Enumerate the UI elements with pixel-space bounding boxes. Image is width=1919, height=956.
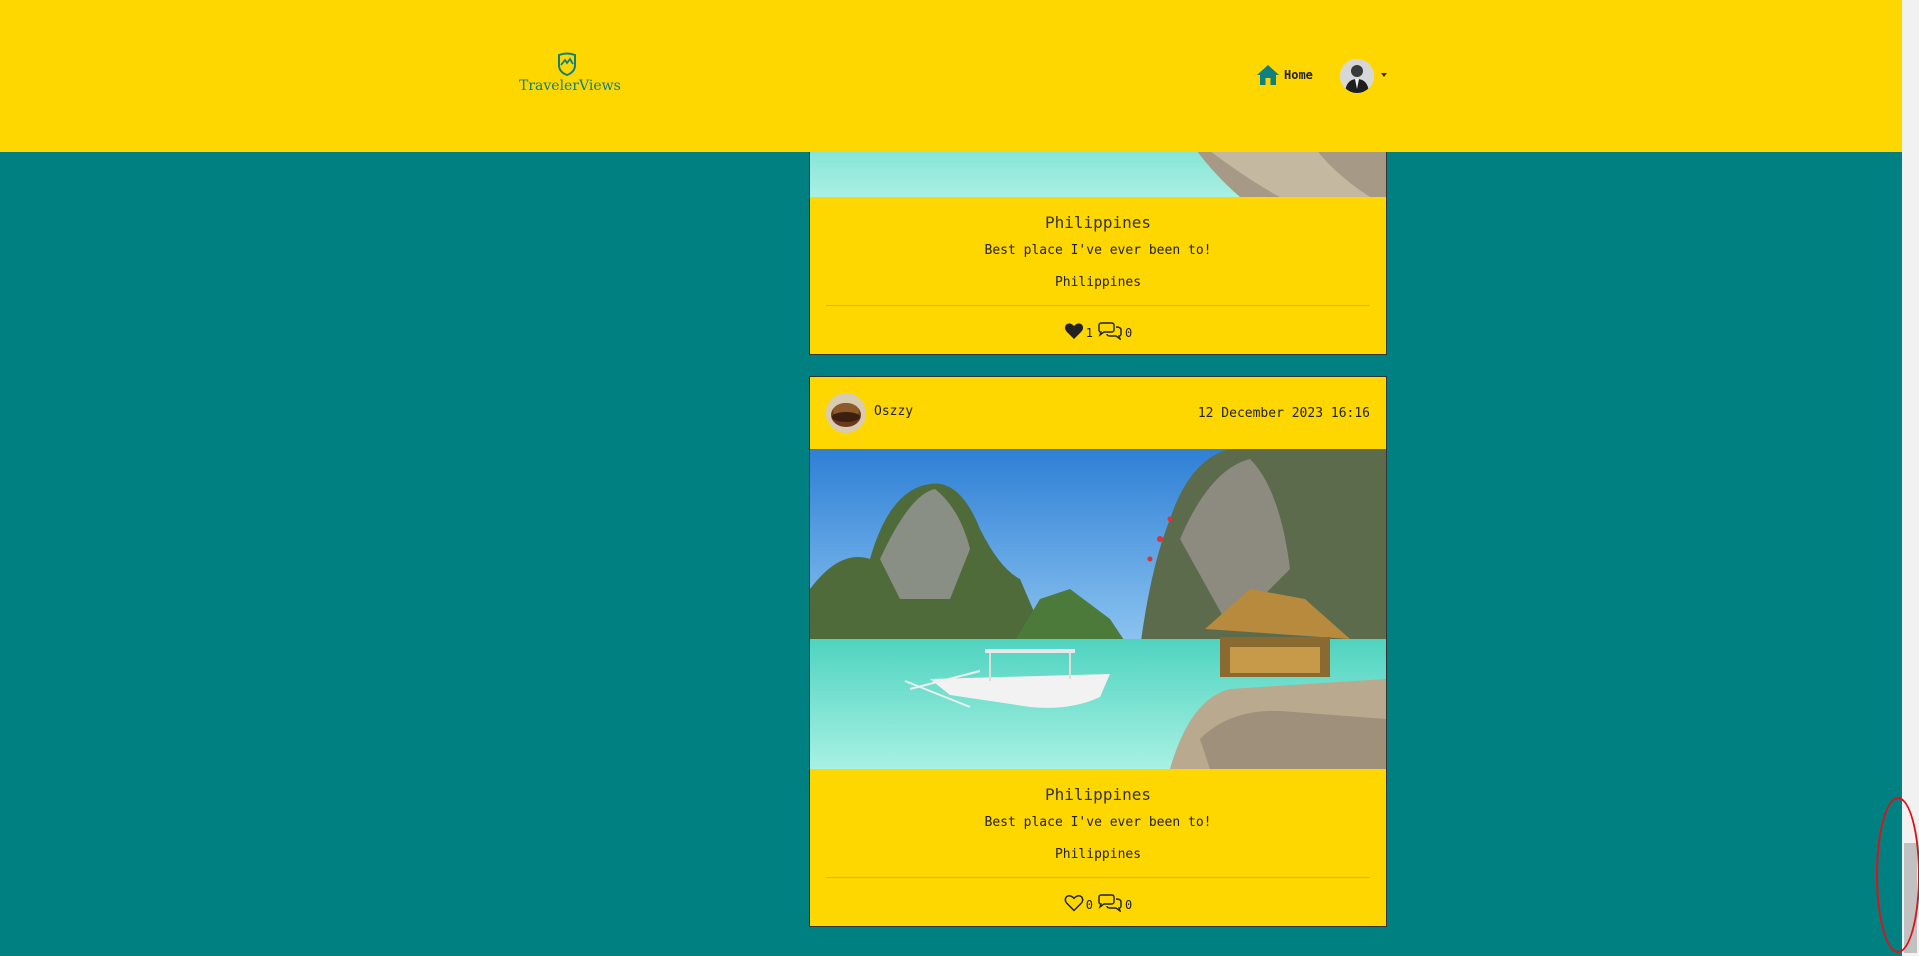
- like-count: 1: [1085, 326, 1093, 340]
- comment-button[interactable]: 0: [1097, 322, 1132, 340]
- user-avatar[interactable]: [1340, 59, 1374, 93]
- heart-outline-icon: [1064, 895, 1084, 912]
- post-country: Philippines: [1054, 847, 1142, 862]
- comment-count: 0: [1125, 898, 1133, 912]
- post-author-avatar-image: [826, 393, 866, 433]
- mountain-shield-icon: [558, 52, 576, 76]
- brand-name: TravelerViews: [519, 78, 621, 94]
- post-title: Philippines: [1045, 213, 1151, 232]
- nav-home-link[interactable]: Home: [1256, 64, 1313, 86]
- post-description: Best place I've ever been to!: [984, 815, 1212, 830]
- like-button[interactable]: 0: [1064, 894, 1093, 912]
- post-image[interactable]: [810, 449, 1386, 769]
- post-title: Philippines: [1045, 785, 1151, 804]
- post-actions: 1 0: [810, 306, 1386, 354]
- comments-icon: [1098, 322, 1122, 340]
- post-author-avatar[interactable]: [826, 393, 866, 433]
- post-description: Best place I've ever been to!: [984, 243, 1212, 258]
- brand-logo-link[interactable]: TravelerViews: [519, 52, 621, 94]
- comment-count: 0: [1125, 326, 1133, 340]
- top-navbar: TravelerViews Home: [0, 0, 1902, 152]
- post-date: 12 December 2023 16:16: [1197, 405, 1370, 421]
- post-country: Philippines: [1054, 275, 1142, 290]
- post-card: Philippines Best place I've ever been to…: [809, 140, 1387, 355]
- vertical-scrollbar[interactable]: [1902, 0, 1919, 956]
- like-count: 0: [1085, 898, 1093, 912]
- home-icon: [1257, 65, 1279, 85]
- post-header: Oszzy 12 December 2023 16:16: [810, 377, 1386, 449]
- scrollbar-thumb[interactable]: [1904, 843, 1917, 953]
- like-button[interactable]: 1: [1064, 322, 1093, 340]
- post-body: Philippines Best place I've ever been to…: [810, 769, 1386, 926]
- nav-home-label: Home: [1284, 68, 1313, 82]
- post-actions: 0 0: [810, 878, 1386, 926]
- heart-filled-icon: [1064, 323, 1083, 339]
- comments-icon: [1098, 894, 1122, 912]
- post-image-graphic: [810, 449, 1386, 769]
- post-body: Philippines Best place I've ever been to…: [810, 197, 1386, 354]
- post-card: Oszzy 12 December 2023 16:16 Philippines…: [809, 376, 1387, 927]
- post-author-name[interactable]: Oszzy: [874, 404, 913, 419]
- caret-down-icon[interactable]: [1381, 73, 1387, 77]
- user-avatar-image: [1340, 59, 1374, 93]
- comment-button[interactable]: 0: [1097, 894, 1132, 912]
